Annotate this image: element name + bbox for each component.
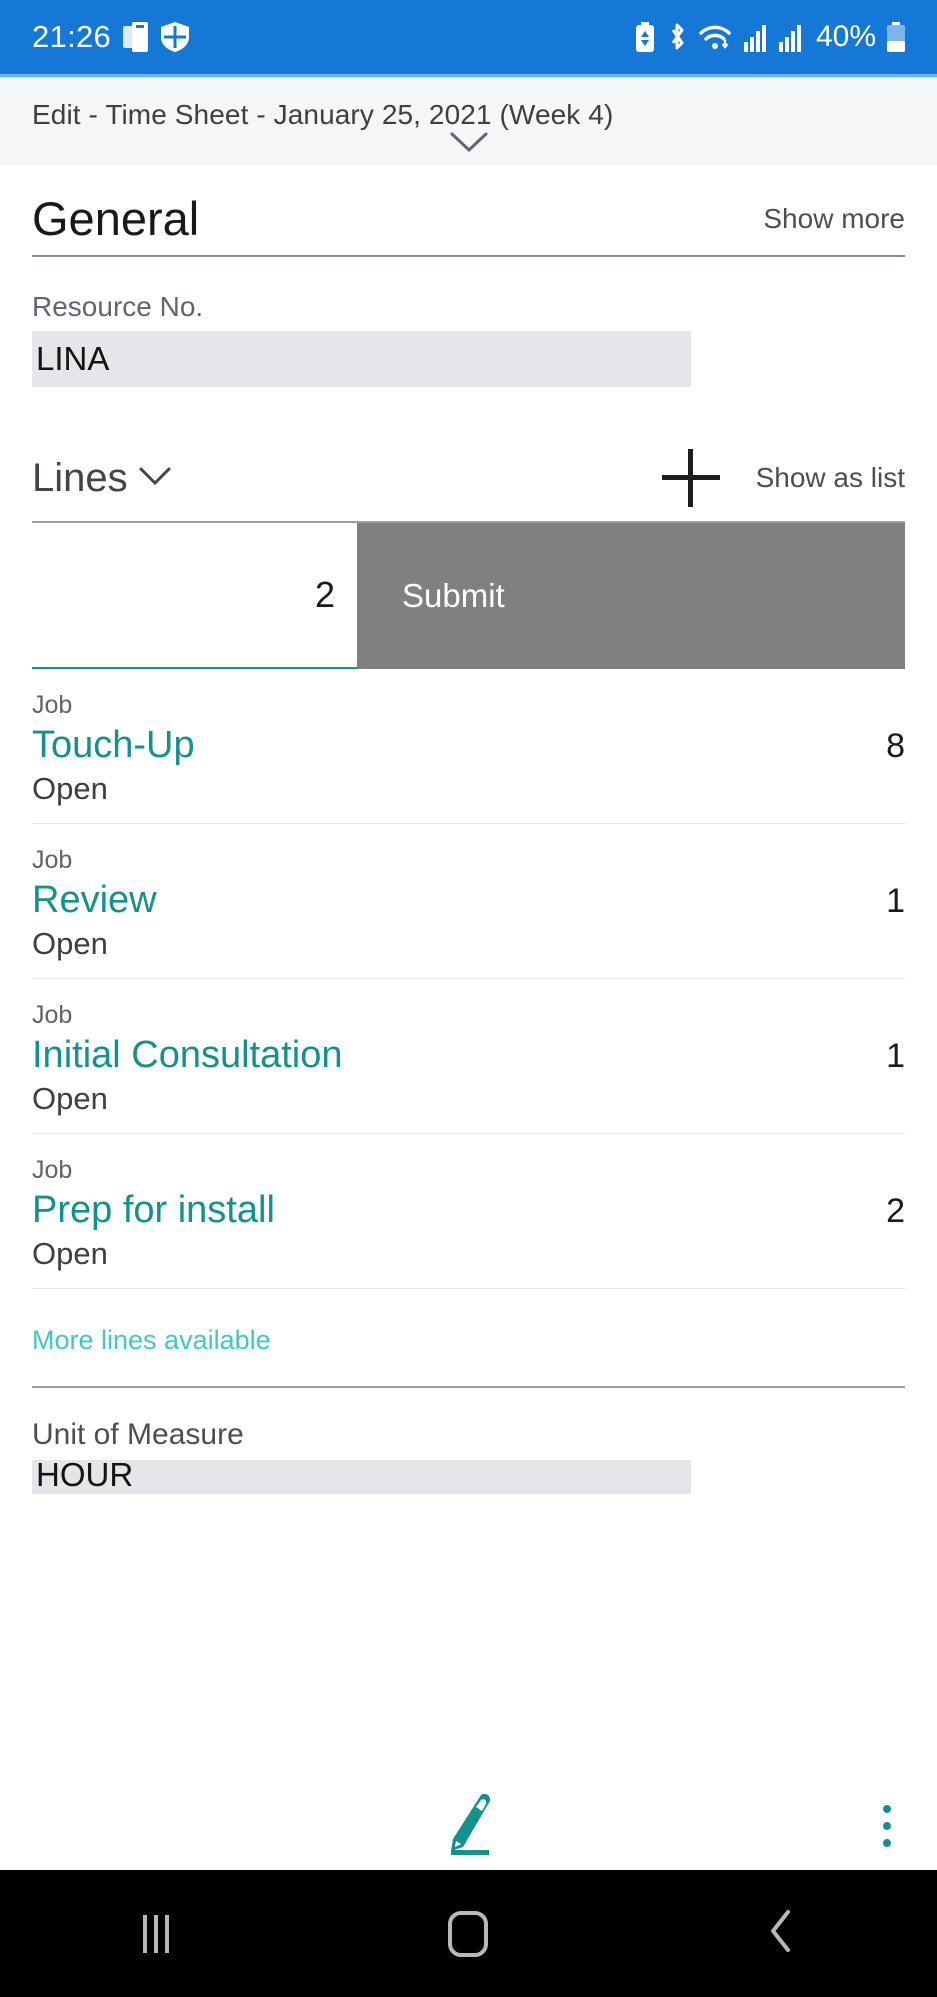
resource-no-input[interactable]: LINA: [32, 331, 691, 388]
recents-icon: [143, 1914, 170, 1953]
line-status: Open: [32, 1081, 108, 1117]
lines-actions: Show as list: [661, 449, 905, 508]
line-status: Open: [32, 926, 108, 962]
page-content: General Show more Resource No. LINA Line…: [0, 166, 937, 1495]
signal-bars-icon: [743, 22, 768, 52]
chevron-down-icon: [448, 129, 490, 160]
list-item[interactable]: Job Touch-Up 8 Open: [32, 669, 905, 823]
wifi-icon: [699, 22, 733, 52]
signal-bars-2-icon: [778, 22, 803, 52]
battery-icon: [887, 22, 905, 52]
line-name-link[interactable]: Touch-Up: [32, 724, 195, 767]
battery-saver-icon: [635, 22, 655, 52]
line-kind-label: Job: [32, 846, 73, 875]
line-name-link[interactable]: Initial Consultation: [32, 1034, 343, 1077]
status-clock: 21:26: [32, 19, 112, 54]
title-expand-button[interactable]: [32, 129, 905, 160]
unit-of-measure-value: HOUR: [36, 1460, 134, 1494]
line-kind-label: Job: [32, 1156, 73, 1185]
list-item[interactable]: Job Review 1 Open: [32, 824, 905, 978]
line-status: Open: [32, 1236, 108, 1272]
line-main-row: Prep for install 2: [32, 1185, 905, 1232]
line-name-link[interactable]: Review: [32, 879, 157, 922]
line-quantity: 1: [886, 1037, 905, 1076]
line-kind-label: Job: [32, 1001, 73, 1030]
home-icon: [448, 1910, 489, 1957]
kebab-menu-icon[interactable]: [883, 1805, 891, 1847]
section-title-general: General: [32, 192, 200, 245]
android-nav-bar: [0, 1870, 937, 1997]
bluetooth-icon: [666, 22, 688, 52]
show-as-list-link[interactable]: Show as list: [756, 462, 905, 494]
resource-no-field: Resource No. LINA: [32, 257, 905, 388]
general-section-header: General Show more: [32, 166, 905, 245]
nav-home-button[interactable]: [388, 1870, 548, 1997]
section-title-lines: Lines: [32, 455, 128, 500]
list-item[interactable]: Job Prep for install 2 Open: [32, 1134, 905, 1288]
nav-recents-button[interactable]: [76, 1870, 236, 1997]
line-name-link[interactable]: Prep for install: [32, 1189, 275, 1232]
bottom-action-bar: [0, 1782, 937, 1870]
chevron-down-icon: [138, 465, 172, 492]
lines-title-group[interactable]: Lines: [32, 456, 172, 501]
list-item[interactable]: Job Initial Consultation 1 Open: [32, 979, 905, 1133]
status-bar: 21:26 40%: [0, 0, 937, 74]
plus-icon[interactable]: [661, 449, 720, 508]
nav-back-button[interactable]: [701, 1870, 861, 1997]
line-kind-label: Job: [32, 691, 73, 720]
battery-percent-label: 40%: [815, 20, 876, 53]
pencil-icon[interactable]: [437, 1791, 501, 1862]
unit-of-measure-field: Unit of Measure HOUR: [32, 1388, 905, 1495]
lines-section-header: Lines Show as list: [32, 387, 905, 508]
line-main-row: Review 1: [32, 875, 905, 922]
line-main-row: Touch-Up 8: [32, 720, 905, 767]
page-title: Edit - Time Sheet - January 25, 2021 (We…: [32, 99, 614, 130]
security-shield-icon: [161, 22, 190, 52]
submit-button[interactable]: Submit: [357, 523, 905, 670]
swipe-row-quantity[interactable]: 2: [32, 523, 357, 670]
status-bar-left: 21:26: [32, 19, 190, 55]
back-icon: [766, 1908, 796, 1959]
swipe-action-row: 2 Submit: [32, 521, 905, 670]
line-quantity: 2: [886, 1192, 905, 1231]
line-quantity: 8: [886, 727, 905, 766]
show-more-link[interactable]: Show more: [763, 203, 905, 243]
dual-sim-icon: [123, 22, 149, 52]
resource-no-label: Resource No.: [32, 291, 204, 323]
unit-of-measure-label: Unit of Measure: [32, 1418, 244, 1452]
lines-list: Job Touch-Up 8 Open Job Review 1 Open Jo…: [32, 669, 905, 1386]
unit-of-measure-input[interactable]: HOUR: [32, 1460, 691, 1495]
title-bar: Edit - Time Sheet - January 25, 2021 (We…: [0, 77, 937, 166]
more-lines-link[interactable]: More lines available: [32, 1289, 905, 1386]
line-status: Open: [32, 771, 108, 807]
line-main-row: Initial Consultation 1: [32, 1030, 905, 1077]
status-bar-right: 40%: [635, 20, 905, 54]
line-quantity: 1: [886, 882, 905, 921]
